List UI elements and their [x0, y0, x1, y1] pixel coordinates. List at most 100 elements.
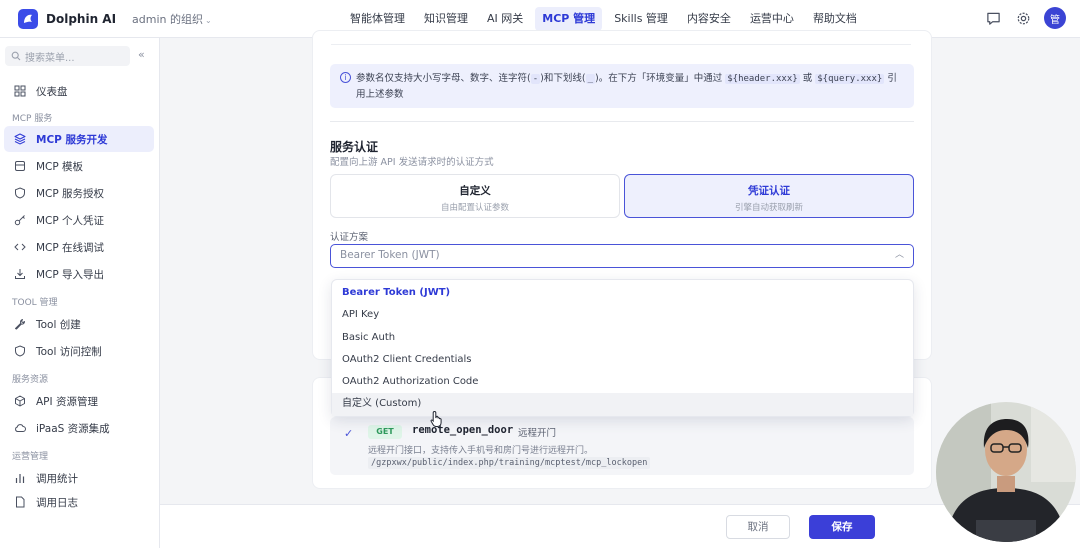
org-switcher[interactable]: admin 的组织 ⌄ [132, 11, 212, 27]
code-query: ${query.xxx} [815, 74, 885, 84]
save-button[interactable]: 保存 [809, 515, 875, 539]
tool-label: 远程开门 [518, 428, 557, 439]
sidebar: 搜索菜单... « 仪表盘 MCP 服务 MCP 服务开发 MCP 模板 MCP… [0, 38, 160, 548]
check-icon[interactable]: ✓ [344, 427, 353, 440]
sidebar-item-call-stats[interactable]: 调用统计 [4, 465, 154, 491]
sidebar-item-label: MCP 导入导出 [36, 268, 105, 281]
cube-icon [13, 394, 27, 408]
nav-item-help[interactable]: 帮助文档 [806, 7, 864, 31]
auth-scheme-value: Bearer Token (JWT) [340, 249, 440, 261]
sidebar-item-label: 仪表盘 [36, 85, 68, 98]
menu-search-input[interactable]: 搜索菜单... [5, 46, 130, 66]
auth-scheme-label: 认证方案 [330, 232, 369, 243]
template-icon [13, 159, 27, 173]
shield-icon [13, 186, 27, 200]
auth-option-credential[interactable]: 凭证认证 引擎自动获取刷新 [624, 174, 914, 218]
tool-name: remote_open_door [412, 424, 514, 436]
code-icon [13, 240, 27, 254]
sidebar-item-api-resource[interactable]: API 资源管理 [4, 388, 154, 414]
nav-item-mcp[interactable]: MCP 管理 [535, 7, 603, 31]
method-badge: GET [368, 425, 402, 439]
sidebar-item-label: MCP 服务授权 [36, 187, 105, 200]
presenter-video-image [936, 402, 1076, 542]
cloud-icon [13, 421, 27, 435]
tool-description: 远程开门接口，支持传入手机号和房门号进行远程开门。 [368, 446, 594, 456]
nav-item-knowledge[interactable]: 知识管理 [417, 7, 475, 31]
divider [330, 121, 914, 122]
info-icon: i [340, 72, 351, 83]
dropdown-option-bearer[interactable]: Bearer Token (JWT) [332, 282, 913, 304]
sidebar-item-label: MCP 服务开发 [36, 133, 108, 146]
main-nav: 智能体管理 知识管理 AI 网关 MCP 管理 Skills 管理 内容安全 运… [343, 7, 869, 31]
message-icon[interactable] [984, 9, 1002, 27]
sidebar-item-label: Tool 访问控制 [36, 345, 102, 358]
sidebar-item-tool-access[interactable]: Tool 访问控制 [4, 338, 154, 364]
nav-item-agents[interactable]: 智能体管理 [343, 7, 412, 31]
auth-option-title: 凭证认证 [748, 185, 790, 197]
auth-section-title: 服务认证 [330, 140, 379, 154]
sidebar-item-label: API 资源管理 [36, 395, 98, 408]
auth-option-custom[interactable]: 自定义 自由配置认证参数 [330, 174, 620, 218]
auth-scheme-dropdown: Bearer Token (JWT) API Key Basic Auth OA… [331, 279, 914, 417]
sidebar-item-dashboard[interactable]: 仪表盘 [4, 78, 154, 104]
search-icon [11, 51, 21, 61]
nav-item-skills[interactable]: Skills 管理 [607, 7, 675, 31]
nav-item-content-safety[interactable]: 内容安全 [680, 7, 738, 31]
gear-icon[interactable] [1014, 9, 1032, 27]
sidebar-item-ipaas[interactable]: iPaaS 资源集成 [4, 415, 154, 441]
document-icon [13, 495, 27, 509]
sidebar-item-label: MCP 个人凭证 [36, 214, 105, 227]
tool-path: /gzpxwx/public/index.php/training/mcptes… [368, 457, 651, 469]
sidebar-item-tool-create[interactable]: Tool 创建 [4, 311, 154, 337]
dropdown-option-api-key[interactable]: API Key [332, 304, 913, 326]
download-icon [13, 267, 27, 281]
bar-chart-icon [13, 471, 27, 485]
nav-item-ai-gateway[interactable]: AI 网关 [480, 7, 530, 31]
sidebar-group-tool: TOOL 管理 [12, 298, 58, 308]
auth-option-desc: 自由配置认证参数 [440, 203, 509, 213]
param-notice: i 参数名仅支持大小写字母、数字、连字符(-)和下划线(_)。在下方「环境变量」… [330, 64, 914, 108]
chevron-up-icon: ︿ [894, 250, 904, 260]
dropdown-option-basic-auth[interactable]: Basic Auth [332, 327, 913, 349]
sidebar-group-ops: 运营管理 [12, 452, 49, 462]
sidebar-item-mcp-import[interactable]: MCP 导入导出 [4, 261, 154, 287]
sidebar-item-mcp-credential[interactable]: MCP 个人凭证 [4, 207, 154, 233]
auth-scheme-select[interactable]: Bearer Token (JWT) ︿ [330, 244, 914, 268]
code-header: ${header.xxx} [725, 74, 800, 84]
webcam-overlay [936, 402, 1076, 542]
search-placeholder: 搜索菜单... [25, 52, 75, 64]
hand-cursor-icon [430, 410, 442, 427]
footer-bar [160, 504, 1080, 548]
key-icon [13, 213, 27, 227]
dropdown-option-custom[interactable]: 自定义 (Custom) [332, 393, 913, 416]
sidebar-item-mcp-dev[interactable]: MCP 服务开发 [4, 126, 154, 152]
dropdown-option-oauth2-client[interactable]: OAuth2 Client Credentials [332, 349, 913, 371]
cancel-button[interactable]: 取消 [726, 515, 790, 539]
nav-item-operations[interactable]: 运营中心 [743, 7, 801, 31]
sidebar-item-call-log[interactable]: 调用日志 [4, 492, 154, 512]
sidebar-group-mcp: MCP 服务 [12, 114, 53, 124]
sidebar-item-label: MCP 在线调试 [36, 241, 105, 254]
avatar[interactable]: 管 [1044, 7, 1066, 29]
auth-option-title: 自定义 [459, 185, 491, 197]
app-name: Dolphin AI [46, 11, 117, 26]
app-logo[interactable]: Dolphin AI [18, 8, 117, 29]
wrench-icon [13, 317, 27, 331]
auth-option-desc: 引擎自动获取刷新 [734, 203, 803, 213]
org-name: admin 的组织 [132, 12, 204, 26]
sidebar-item-label: iPaaS 资源集成 [36, 422, 110, 435]
collapse-sidebar-icon[interactable]: « [138, 48, 145, 61]
sidebar-item-label: Tool 创建 [36, 318, 81, 331]
param-row-partial [331, 31, 911, 45]
shield-icon [13, 344, 27, 358]
top-actions: 管 [972, 7, 1066, 29]
sidebar-item-mcp-template[interactable]: MCP 模板 [4, 153, 154, 179]
sidebar-group-resource: 服务资源 [12, 375, 49, 385]
sidebar-item-mcp-debug[interactable]: MCP 在线调试 [4, 234, 154, 260]
sidebar-item-mcp-auth[interactable]: MCP 服务授权 [4, 180, 154, 206]
dashboard-icon [13, 84, 27, 98]
dolphin-logo-icon [18, 8, 38, 29]
tool-row[interactable]: ✓ GET remote_open_door 远程开门 远程开门接口，支持传入手… [330, 417, 914, 475]
layers-icon [13, 132, 27, 146]
dropdown-option-oauth2-code[interactable]: OAuth2 Authorization Code [332, 371, 913, 393]
